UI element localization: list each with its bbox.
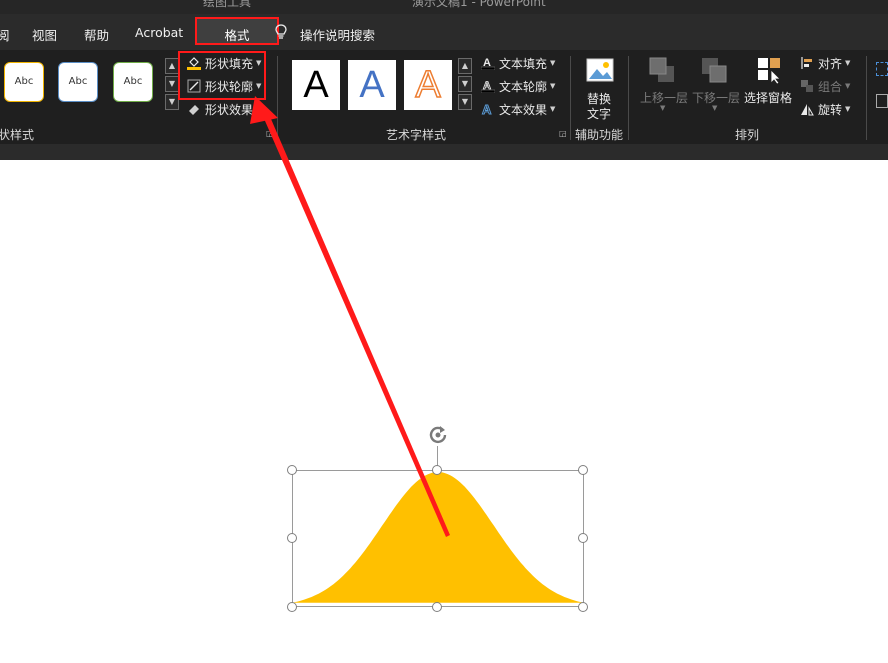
text-effects-button[interactable]: A 文本效果 ▼ xyxy=(481,100,556,118)
gallery-scroll-down[interactable]: ▼ xyxy=(165,76,179,92)
group-separator xyxy=(866,56,867,140)
text-effects-label: 文本效果 xyxy=(499,102,548,117)
chevron-down-icon: ▼ xyxy=(845,105,851,113)
ribbon-tab-row: 阅 视图 帮助 Acrobat 格式 操作说明搜索 xyxy=(0,14,888,50)
text-fill-button[interactable]: A 文本填充 ▼ xyxy=(480,54,556,72)
size-icon[interactable] xyxy=(876,94,888,108)
chevron-down-icon: ▼ xyxy=(845,59,851,67)
tab-view[interactable]: 视图 xyxy=(32,25,57,44)
tab-help[interactable]: 帮助 xyxy=(84,25,109,44)
selection-pane-button[interactable]: 选择窗格 xyxy=(744,56,796,106)
send-backward-icon xyxy=(700,56,728,88)
text-fill-icon: A xyxy=(480,56,496,71)
chevron-down-icon: ▼ xyxy=(660,104,666,112)
resize-handle-top-right[interactable] xyxy=(578,465,588,475)
wordart-scroll-down[interactable]: ▼ xyxy=(458,76,472,92)
wordart-scroll-up[interactable]: ▲ xyxy=(458,58,472,74)
send-backward-button[interactable]: 下移一层 ▼ xyxy=(690,56,740,116)
crop-icon[interactable] xyxy=(876,62,888,76)
arrange-group-label: 排列 xyxy=(735,128,760,142)
group-separator xyxy=(628,56,629,140)
tab-acrobat[interactable]: Acrobat xyxy=(135,25,183,40)
wordart-more[interactable]: ▼ xyxy=(458,94,472,110)
dialog-launcher-icon[interactable]: ◲ xyxy=(559,129,567,138)
gallery-scroll-up[interactable]: ▲ xyxy=(165,58,179,74)
dialog-launcher-icon[interactable]: ◲ xyxy=(266,129,274,138)
chevron-down-icon: ▼ xyxy=(256,105,262,113)
wordart-style-orange-outline[interactable]: A xyxy=(404,60,452,110)
accessibility-group-label: 辅助功能 xyxy=(575,128,624,142)
shape-effects-label: 形状效果 xyxy=(205,102,254,117)
rotate-icon xyxy=(800,102,814,116)
tell-me-search[interactable]: 操作说明搜索 xyxy=(300,25,375,44)
rotation-handle-icon[interactable] xyxy=(427,424,449,450)
alt-text-icon xyxy=(586,56,614,88)
rotate-label: 旋转 xyxy=(818,102,843,117)
align-icon xyxy=(800,56,814,70)
alt-text-label-line2: 文字 xyxy=(587,107,612,121)
document-title: 演示文稿1 - PowerPoint xyxy=(412,0,546,9)
resize-handle-right[interactable] xyxy=(578,533,588,543)
shape-style-preview-1[interactable]: Abc xyxy=(4,62,44,102)
ribbon-bottom-bar xyxy=(0,144,888,160)
tab-format[interactable]: 格式 xyxy=(195,17,279,45)
selection-pane-icon xyxy=(756,56,784,88)
shape-effects-icon xyxy=(187,102,201,116)
shape-styles-group-label: 状样式 xyxy=(0,128,35,142)
resize-handle-top-left[interactable] xyxy=(287,465,297,475)
highlight-shape-fill-outline xyxy=(178,51,266,100)
group-separator xyxy=(277,56,278,140)
text-outline-button[interactable]: A 文本轮廓 ▼ xyxy=(480,77,556,95)
group-separator xyxy=(570,56,571,140)
group-icon xyxy=(800,79,814,93)
svg-text:A: A xyxy=(482,102,492,116)
gallery-more[interactable]: ▼ xyxy=(165,94,179,110)
selection-frame xyxy=(292,470,584,607)
tab-format-label: 格式 xyxy=(224,28,250,43)
resize-handle-top[interactable] xyxy=(432,465,442,475)
shape-effects-button[interactable]: 形状效果 ▼ xyxy=(187,100,261,118)
chevron-down-icon: ▼ xyxy=(712,104,718,112)
group-button[interactable]: 组合 ▼ xyxy=(800,77,850,95)
resize-handle-bottom-right[interactable] xyxy=(578,602,588,612)
align-label: 对齐 xyxy=(818,56,843,71)
text-effects-icon: A xyxy=(481,102,495,118)
lightbulb-icon[interactable] xyxy=(274,24,288,40)
align-button[interactable]: 对齐 ▼ xyxy=(800,54,850,72)
bring-forward-button[interactable]: 上移一层 ▼ xyxy=(638,56,688,116)
text-fill-label: 文本填充 xyxy=(499,56,548,71)
rotate-button[interactable]: 旋转 ▼ xyxy=(800,100,850,118)
group-label: 组合 xyxy=(818,79,843,94)
wordart-group-label: 艺术字样式 xyxy=(386,128,447,142)
wordart-gallery-scroll: ▲ ▼ ▼ xyxy=(458,58,472,112)
chevron-down-icon: ▼ xyxy=(550,105,556,113)
shape-style-gallery-scroll: ▲ ▼ ▼ xyxy=(165,58,179,112)
resize-handle-bottom[interactable] xyxy=(432,602,442,612)
alt-text-button[interactable]: 替换 文字 xyxy=(584,56,616,121)
chevron-down-icon: ▼ xyxy=(845,82,851,90)
wordart-style-black[interactable]: A xyxy=(292,60,340,110)
resize-handle-left[interactable] xyxy=(287,533,297,543)
shape-style-preview-2[interactable]: Abc xyxy=(58,62,98,102)
tab-review[interactable]: 阅 xyxy=(0,25,10,44)
bring-forward-icon xyxy=(648,56,676,88)
context-tab-title: 绘图工具 xyxy=(203,0,252,9)
text-outline-label: 文本轮廓 xyxy=(499,79,548,94)
chevron-down-icon: ▼ xyxy=(550,82,556,90)
wordart-style-blue[interactable]: A xyxy=(348,60,396,110)
title-bar: 绘图工具 演示文稿1 - PowerPoint xyxy=(0,0,888,14)
text-outline-icon: A xyxy=(480,79,496,94)
resize-handle-bottom-left[interactable] xyxy=(287,602,297,612)
selection-pane-label: 选择窗格 xyxy=(744,91,793,105)
chevron-down-icon: ▼ xyxy=(550,59,556,67)
shape-style-preview-3[interactable]: Abc xyxy=(113,62,153,102)
